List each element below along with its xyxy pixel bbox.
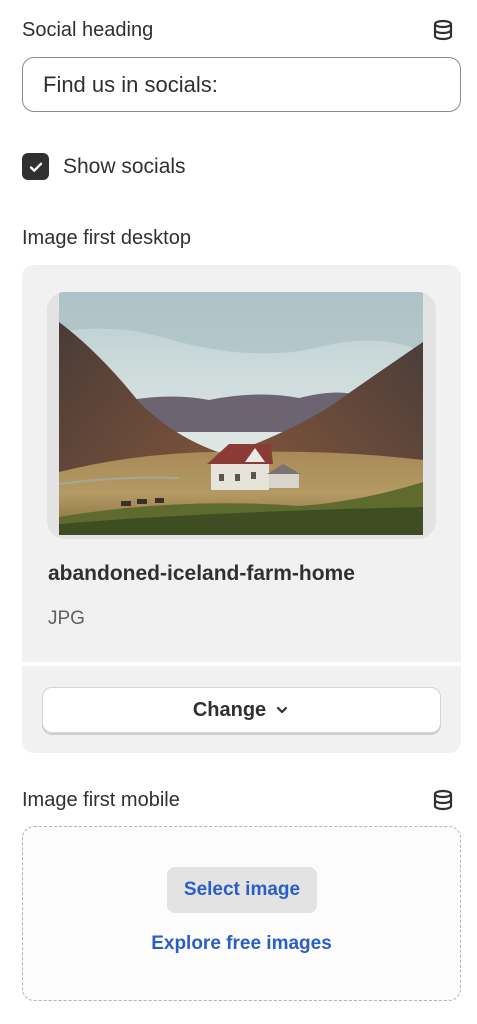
database-icon[interactable]	[431, 18, 455, 42]
image-preview[interactable]	[47, 292, 436, 539]
image-mobile-dropzone[interactable]: Select image Explore free images	[22, 826, 461, 1001]
card-divider	[22, 662, 461, 666]
image-desktop-label-row: Image first desktop	[22, 227, 455, 250]
chevron-down-icon	[277, 706, 288, 714]
show-socials-label: Show socials	[63, 154, 186, 178]
image-desktop-card: abandoned-iceland-farm-home JPG Change	[22, 265, 461, 753]
show-socials-row[interactable]: Show socials	[22, 153, 186, 180]
image-file-type: JPG	[48, 608, 85, 629]
image-mobile-label: Image first mobile	[22, 788, 180, 811]
social-heading-input[interactable]	[22, 57, 461, 112]
select-image-button[interactable]: Select image	[167, 867, 317, 913]
change-button-label: Change	[192, 698, 267, 721]
explore-free-images-link[interactable]: Explore free images	[23, 933, 460, 955]
landscape-photo	[59, 292, 423, 535]
image-file-name: abandoned-iceland-farm-home	[48, 562, 355, 585]
social-heading-label: Social heading	[22, 18, 154, 41]
change-image-button[interactable]: Change	[42, 687, 441, 733]
database-icon[interactable]	[431, 788, 455, 812]
image-mobile-label-row: Image first mobile	[22, 788, 455, 812]
social-heading-label-row: Social heading	[22, 18, 455, 42]
image-desktop-label: Image first desktop	[22, 227, 191, 249]
settings-panel: Social heading Show socials Image first …	[0, 0, 477, 1024]
show-socials-checkbox[interactable]	[22, 153, 49, 180]
checkmark-icon	[29, 162, 42, 172]
